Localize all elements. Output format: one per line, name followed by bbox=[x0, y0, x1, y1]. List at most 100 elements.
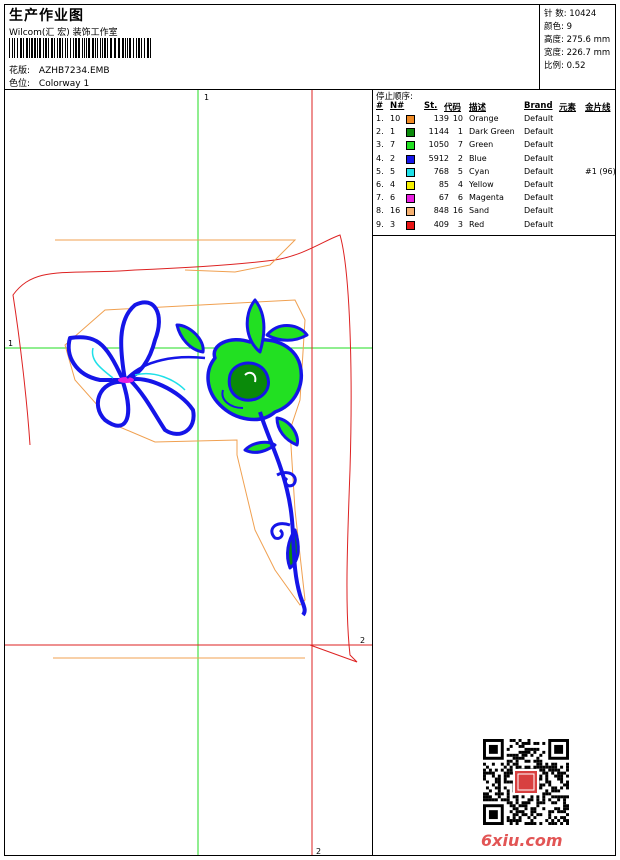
row-n: 4 bbox=[390, 180, 396, 189]
qr-module bbox=[506, 774, 510, 778]
qr-module bbox=[497, 786, 501, 790]
qr-module bbox=[488, 768, 492, 772]
row-num: 6. bbox=[376, 180, 384, 189]
col-element: 元素 bbox=[559, 103, 577, 113]
qr-module bbox=[518, 765, 522, 769]
row-code: 1 bbox=[457, 127, 463, 137]
qr-module bbox=[524, 804, 528, 808]
qr-module bbox=[497, 783, 501, 787]
barcode-bar bbox=[144, 38, 145, 58]
production-sheet: 生产作业图 Wilcom(汇 宏) 装饰工作室 花版: AZHB7234.EMB… bbox=[4, 4, 616, 856]
qr-module bbox=[566, 765, 569, 769]
row-brand: Default bbox=[524, 219, 554, 229]
butterfly-body bbox=[118, 377, 134, 383]
qr-module bbox=[483, 762, 486, 766]
qr-module bbox=[560, 810, 564, 814]
qr-module bbox=[512, 739, 516, 742]
qr-module bbox=[515, 756, 519, 760]
qr-module bbox=[506, 792, 510, 796]
row-brand: Default bbox=[524, 127, 554, 137]
qr-module bbox=[545, 789, 549, 793]
qr-module bbox=[509, 744, 513, 748]
qr-module bbox=[521, 813, 525, 817]
qr-module bbox=[512, 819, 516, 823]
qr-module bbox=[536, 804, 540, 808]
barcode-bar bbox=[54, 38, 55, 58]
qr-module bbox=[494, 786, 498, 790]
qr-module bbox=[524, 759, 528, 763]
qr-module bbox=[518, 804, 522, 808]
color-swatch bbox=[406, 220, 415, 230]
col-desc: 描述 bbox=[469, 103, 487, 113]
qr-module bbox=[542, 741, 546, 745]
qr-module bbox=[515, 813, 519, 817]
barcode-bar bbox=[136, 38, 137, 58]
barcode-bar bbox=[141, 38, 142, 58]
qr-module bbox=[548, 765, 552, 769]
barcode-bar bbox=[125, 38, 126, 58]
barcode-bar bbox=[84, 38, 85, 58]
row-num: 9. bbox=[376, 219, 384, 229]
row-code: 16 bbox=[452, 206, 463, 216]
color-swatch bbox=[406, 207, 415, 217]
row-n: 16 bbox=[390, 206, 401, 216]
qr-module bbox=[521, 810, 525, 814]
row-code: 6 bbox=[457, 193, 463, 203]
barcode-bar bbox=[67, 38, 68, 58]
qr-module bbox=[557, 789, 561, 793]
design-scale: 比例: 0.52 bbox=[544, 61, 586, 71]
qr-module bbox=[542, 768, 546, 772]
row-n: 7 bbox=[390, 140, 396, 150]
qr-module bbox=[536, 798, 540, 802]
qr-module bbox=[545, 819, 549, 823]
qr-module bbox=[530, 798, 534, 802]
qr-module bbox=[560, 786, 564, 790]
design-label: 花版: bbox=[9, 66, 31, 76]
qr-module bbox=[563, 807, 567, 811]
color-swatch bbox=[406, 115, 415, 124]
qr-module bbox=[530, 795, 534, 799]
red-h-label: 2 bbox=[360, 636, 365, 645]
qr-module bbox=[548, 792, 552, 796]
qr-module bbox=[542, 750, 546, 754]
qr-module bbox=[483, 771, 486, 775]
qr-module bbox=[536, 762, 540, 766]
barcode-bar bbox=[150, 38, 151, 58]
row-brand: Default bbox=[524, 140, 554, 150]
qr-module bbox=[545, 771, 549, 775]
qr-module bbox=[530, 807, 534, 811]
qr-module bbox=[554, 786, 558, 790]
qr-module bbox=[536, 765, 540, 769]
qr-module bbox=[530, 819, 534, 823]
qr-module bbox=[515, 753, 519, 757]
stop-sequence-table: 停止顺序: # N# St. 代码 描述 Brand 元素 金片线 1. 10 13… bbox=[373, 89, 616, 237]
qr-module bbox=[527, 822, 531, 825]
butterfly-motif bbox=[66, 300, 206, 436]
qr-module bbox=[566, 813, 569, 817]
barcode-bar bbox=[43, 38, 44, 58]
color-swatch bbox=[406, 167, 415, 177]
barcode-bar bbox=[12, 38, 13, 58]
qr-module bbox=[503, 774, 507, 778]
barcode-bar bbox=[20, 38, 22, 58]
qr-module bbox=[518, 810, 522, 814]
qr-module bbox=[485, 771, 489, 775]
colorway-value: Colorway 1 bbox=[38, 79, 90, 89]
qr-module bbox=[533, 747, 537, 751]
qr-module bbox=[563, 810, 567, 814]
barcode-bar bbox=[37, 38, 38, 58]
qr-module bbox=[506, 780, 510, 784]
row-brand: Default bbox=[524, 153, 554, 163]
qr-code bbox=[483, 739, 569, 825]
qr-module bbox=[500, 798, 504, 802]
qr-module bbox=[536, 813, 540, 817]
qr-module bbox=[566, 822, 569, 825]
qr-module bbox=[483, 795, 486, 799]
qr-module bbox=[536, 756, 540, 760]
color-swatch bbox=[406, 141, 415, 151]
qr-finder bbox=[554, 744, 564, 754]
qr-module bbox=[566, 819, 569, 823]
row-num: 5. bbox=[376, 166, 384, 176]
barcode-bar bbox=[114, 38, 116, 58]
barcode-bar bbox=[70, 38, 71, 58]
